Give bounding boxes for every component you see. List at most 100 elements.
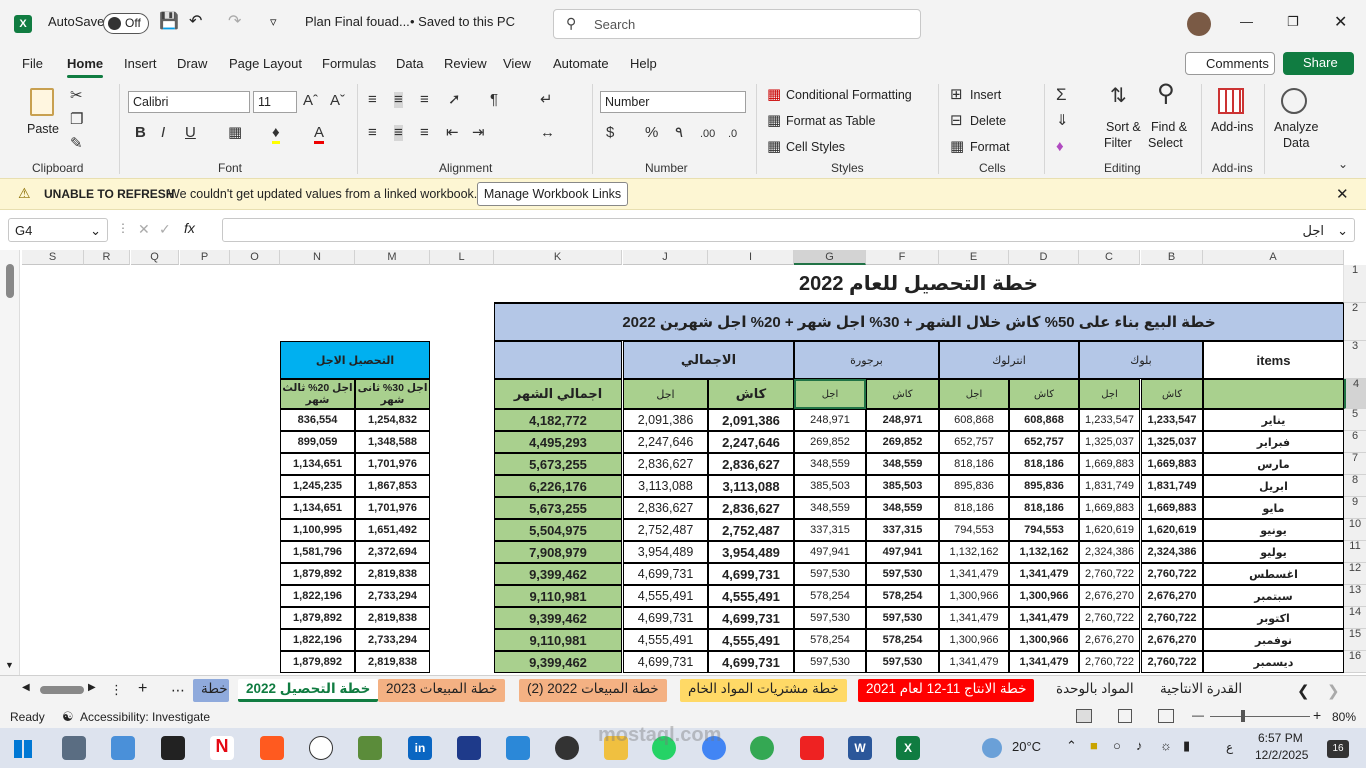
clock-date[interactable]: 12/2/2025 xyxy=(1255,748,1308,762)
data-cell-D14[interactable]: 1,341,479 xyxy=(1009,607,1079,629)
data-cell-B15[interactable]: 2,676,270 xyxy=(1141,629,1203,651)
italic-icon[interactable]: I xyxy=(161,125,165,141)
addins-button[interactable]: Add-ins xyxy=(1211,120,1253,134)
data-cell-J7[interactable]: 2,836,627 xyxy=(623,453,708,475)
data-cell-I9[interactable]: 2,836,627 xyxy=(708,497,794,519)
tray-chevron-icon[interactable]: ⌃ xyxy=(1066,738,1077,754)
find-select-label-2[interactable]: Select xyxy=(1148,136,1183,150)
save-icon[interactable]: 💾 xyxy=(159,11,179,31)
column-header-E[interactable]: E xyxy=(939,250,1009,265)
data-cell-M7[interactable]: 1,701,976 xyxy=(355,453,430,475)
addins-icon[interactable] xyxy=(1218,88,1244,114)
linkedin-icon[interactable]: in xyxy=(408,736,432,760)
data-cell-C13[interactable]: 2,676,270 xyxy=(1079,585,1140,607)
data-cell-J16[interactable]: 4,699,731 xyxy=(623,651,708,673)
data-cell-B5[interactable]: 1,233,547 xyxy=(1141,409,1203,431)
clear-icon[interactable]: ♦ xyxy=(1056,139,1064,155)
data-cell-N7[interactable]: 1,134,651 xyxy=(280,453,355,475)
app4-icon[interactable] xyxy=(506,736,530,760)
interlock-deferred-header[interactable]: اجل xyxy=(939,379,1009,409)
sheet-subtitle[interactable]: خطة البيع بناء على 50% كاش خلال الشهر + … xyxy=(494,303,1344,341)
column-header-I[interactable]: I xyxy=(708,250,794,265)
zoom-in-icon[interactable]: + xyxy=(1313,707,1321,723)
increase-indent-icon[interactable]: ⇥ xyxy=(472,125,485,141)
data-cell-K6[interactable]: 4,495,293 xyxy=(494,431,622,453)
data-cell-E13[interactable]: 1,300,966 xyxy=(939,585,1009,607)
underline-icon[interactable]: U xyxy=(185,125,196,141)
battery-icon[interactable]: ▮ xyxy=(1183,738,1190,754)
avatar[interactable] xyxy=(1187,12,1211,36)
paste-button[interactable]: Paste xyxy=(27,122,59,136)
column-header-G[interactable]: G xyxy=(794,250,866,265)
font-color-icon[interactable]: A xyxy=(314,125,325,144)
minimize-icon[interactable]: — xyxy=(1240,14,1253,29)
data-cell-E10[interactable]: 794,553 xyxy=(939,519,1009,541)
collapse-ribbon-icon[interactable]: ⌄ xyxy=(1338,156,1348,172)
month-label[interactable]: يناير xyxy=(1203,409,1344,431)
items-blank[interactable] xyxy=(1203,379,1344,409)
word-icon[interactable]: W xyxy=(848,736,872,760)
tab-review[interactable]: Review xyxy=(444,56,487,71)
chrome2-icon[interactable] xyxy=(750,736,774,760)
data-cell-M13[interactable]: 2,733,294 xyxy=(355,585,430,607)
column-header-D[interactable]: D xyxy=(1009,250,1079,265)
tray-app-icon[interactable]: ■ xyxy=(1090,738,1098,753)
month-label[interactable]: ابريل xyxy=(1203,475,1344,497)
data-cell-K8[interactable]: 6,226,176 xyxy=(494,475,622,497)
data-cell-D7[interactable]: 818,186 xyxy=(1009,453,1079,475)
tab-insert[interactable]: Insert xyxy=(124,56,157,71)
data-cell-C6[interactable]: 1,325,037 xyxy=(1079,431,1140,453)
conditional-formatting-button[interactable]: Conditional Formatting xyxy=(786,88,912,102)
data-cell-J9[interactable]: 2,836,627 xyxy=(623,497,708,519)
items-header[interactable]: items xyxy=(1203,341,1344,379)
chatgpt-icon[interactable] xyxy=(309,736,333,760)
total-deferred-header[interactable]: اجل xyxy=(623,379,708,409)
fill-color-icon[interactable]: ♦ xyxy=(272,125,280,144)
data-cell-I15[interactable]: 4,555,491 xyxy=(708,629,794,651)
data-cell-C5[interactable]: 1,233,547 xyxy=(1079,409,1140,431)
comments-button[interactable]: Comments xyxy=(1185,52,1275,75)
insert-function-icon[interactable]: fx xyxy=(184,220,195,236)
data-cell-M15[interactable]: 2,733,294 xyxy=(355,629,430,651)
data-cell-K16[interactable]: 9,399,462 xyxy=(494,651,622,673)
data-cell-K10[interactable]: 5,504,975 xyxy=(494,519,622,541)
total-header[interactable]: الاجمالي xyxy=(623,341,794,379)
data-cell-M10[interactable]: 1,651,492 xyxy=(355,519,430,541)
format-painter-icon[interactable]: ✎ xyxy=(70,136,83,152)
font-size-select[interactable]: 11 xyxy=(253,91,297,113)
temperature[interactable]: 20°C xyxy=(1012,739,1041,754)
data-cell-M12[interactable]: 2,819,838 xyxy=(355,563,430,585)
month-label[interactable]: اكتوبر xyxy=(1203,607,1344,629)
tab-help[interactable]: Help xyxy=(630,56,657,71)
close-message-icon[interactable]: ✕ xyxy=(1336,185,1349,203)
blank-header[interactable] xyxy=(494,341,622,379)
data-cell-C8[interactable]: 1,831,749 xyxy=(1079,475,1140,497)
total-month-header[interactable]: اجمالي الشهر xyxy=(494,379,622,409)
data-cell-K9[interactable]: 5,673,255 xyxy=(494,497,622,519)
data-cell-J11[interactable]: 3,954,489 xyxy=(623,541,708,563)
data-cell-E12[interactable]: 1,341,479 xyxy=(939,563,1009,585)
camera-icon[interactable] xyxy=(111,736,135,760)
customize-qat-icon[interactable]: ▿ xyxy=(270,14,277,30)
clock-time[interactable]: 6:57 PM xyxy=(1258,731,1303,745)
column-header-P[interactable]: P xyxy=(180,250,230,265)
data-cell-J14[interactable]: 4,699,731 xyxy=(623,607,708,629)
data-cell-I12[interactable]: 4,699,731 xyxy=(708,563,794,585)
data-cell-E14[interactable]: 1,341,479 xyxy=(939,607,1009,629)
row-header-16[interactable]: 16 xyxy=(1344,650,1366,673)
insert-cells-icon[interactable]: ⊞ xyxy=(950,87,963,103)
data-cell-M9[interactable]: 1,701,976 xyxy=(355,497,430,519)
month-label[interactable]: مارس xyxy=(1203,453,1344,475)
wrap-text-icon[interactable]: ↵ xyxy=(540,92,553,108)
column-header-O[interactable]: O xyxy=(230,250,280,265)
find-select-label-1[interactable]: Find & xyxy=(1151,120,1187,134)
currency-icon[interactable]: $ xyxy=(606,125,614,141)
data-cell-F9[interactable]: 348,559 xyxy=(866,497,939,519)
data-cell-G10[interactable]: 337,315 xyxy=(794,519,866,541)
rtl-icon[interactable]: ¶ xyxy=(490,92,498,108)
cell-styles-icon[interactable]: ▦ xyxy=(767,139,781,155)
tab-formulas[interactable]: Formulas xyxy=(322,56,376,71)
format-button[interactable]: Format xyxy=(970,140,1010,154)
recorder-icon[interactable] xyxy=(260,736,284,760)
data-cell-C9[interactable]: 1,669,883 xyxy=(1079,497,1140,519)
